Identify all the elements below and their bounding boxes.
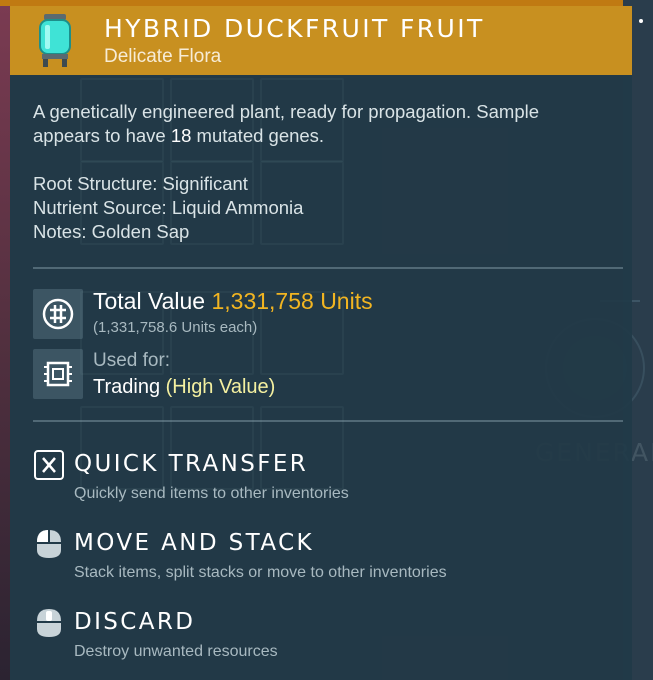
corner-dot	[639, 19, 643, 23]
background-strip	[0, 0, 10, 680]
stat-root-structure: Root Structure: Significant	[33, 173, 248, 194]
stat-nutrient-source: Nutrient Source: Liquid Ammonia	[33, 197, 304, 218]
move-and-stack-title: MOVE AND STACK	[74, 530, 315, 556]
mutated-genes-count: 18	[170, 125, 192, 146]
used-for-type: Trading	[93, 376, 161, 398]
item-title: HYBRID DUCKFRUIT FRUIT	[104, 14, 485, 43]
total-value: Total Value 1,331,758 Units	[93, 288, 373, 315]
used-for-label: Used for:	[93, 350, 171, 371]
chip-icon	[33, 349, 83, 399]
used-for-qualifier: (High Value)	[165, 376, 276, 398]
move-and-stack-description: Stack items, split stacks or move to oth…	[74, 564, 447, 581]
specimen-jar-icon	[39, 14, 71, 67]
total-value-label: Total Value	[93, 288, 206, 314]
mouse-middle-icon	[37, 609, 61, 637]
item-category: Delicate Flora	[104, 46, 222, 67]
units-currency-icon	[33, 289, 83, 339]
item-description: A genetically engineered plant, ready fo…	[33, 100, 613, 148]
item-stats: Root Structure: Significant Nutrient Sou…	[33, 172, 303, 244]
discard-title: DISCARD	[74, 609, 196, 635]
used-for-value: Trading (High Value)	[93, 376, 275, 399]
x-key-icon	[34, 450, 64, 480]
description-prefix: appears to have	[33, 125, 171, 146]
unit-value-each: (1,331,758.6 Units each)	[93, 319, 258, 336]
divider-top	[33, 267, 623, 269]
description-suffix: mutated genes.	[191, 125, 325, 146]
item-header: HYBRID DUCKFRUIT FRUIT Delicate Flora	[10, 6, 643, 75]
divider-bottom	[33, 420, 623, 422]
quick-transfer-title: QUICK TRANSFER	[74, 451, 309, 477]
quick-transfer-description: Quickly send items to other inventories	[74, 485, 349, 502]
item-tooltip-panel: HYBRID DUCKFRUIT FRUIT Delicate Flora A …	[10, 6, 643, 680]
stat-notes: Notes: Golden Sap	[33, 221, 190, 242]
discard-description: Destroy unwanted resources	[74, 643, 278, 660]
description-line-2: appears to have 18 mutated genes.	[33, 124, 613, 148]
mouse-left-icon	[37, 530, 61, 558]
description-line-1: A genetically engineered plant, ready fo…	[33, 101, 540, 122]
total-value-amount: 1,331,758 Units	[211, 288, 373, 314]
